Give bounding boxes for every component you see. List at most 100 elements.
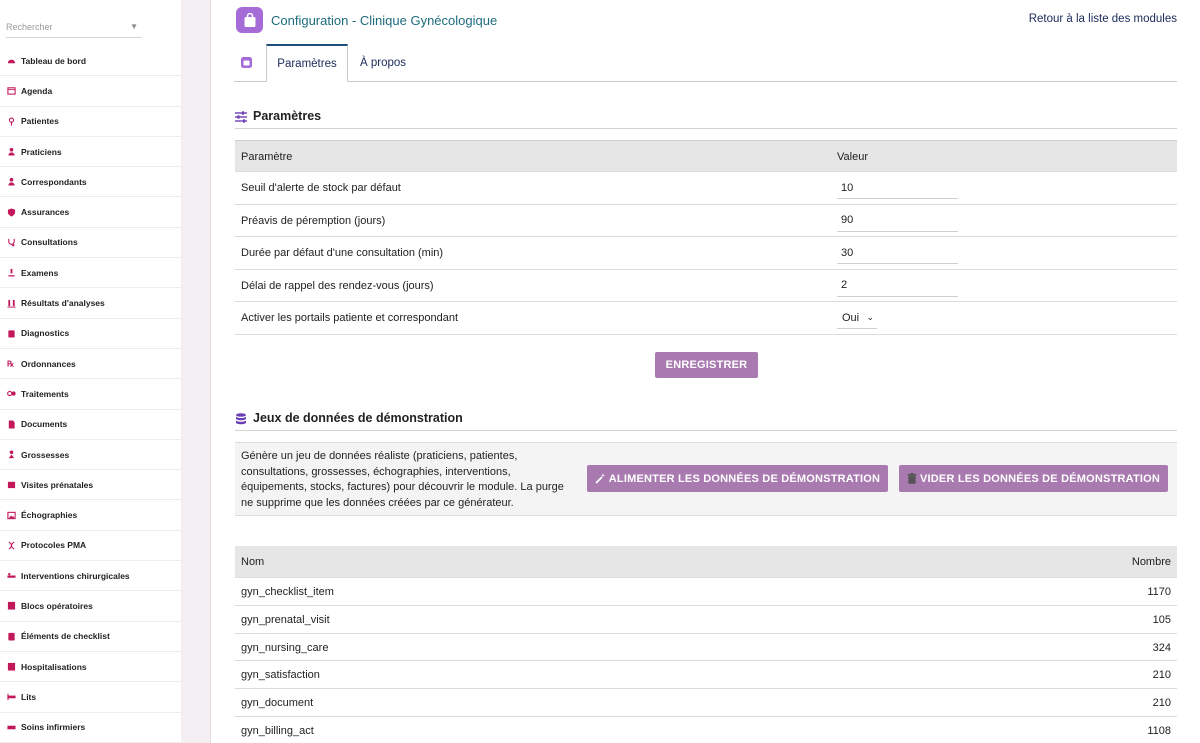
search-placeholder: Rechercher: [6, 22, 53, 32]
setting-label: Durée par défaut d'une consultation (min…: [241, 247, 444, 259]
procedures-icon: [6, 571, 16, 581]
save-button[interactable]: ENREGISTRER: [655, 352, 758, 378]
table-row: gyn_prenatal_visit 105: [235, 606, 1177, 634]
setting-label: Préavis de péremption (jours): [241, 214, 386, 227]
sidebar-item-label: Consultations: [21, 237, 78, 248]
sidebar-item-resultats-d-analyses[interactable]: Résultats d'analyses: [0, 288, 181, 319]
table-row: gyn_billing_act 1108: [235, 717, 1177, 743]
module-small-icon: [240, 57, 252, 68]
sidebar-item-label: Documents: [21, 419, 68, 430]
sliders-icon: [235, 111, 247, 123]
sidebar-item-consultations[interactable]: Consultations: [0, 228, 181, 259]
sidebar-item-examens[interactable]: Examens: [0, 258, 181, 289]
shield-icon: [6, 207, 16, 217]
sidebar-item-interventions-chirurgicales[interactable]: Interventions chirurgicales: [0, 561, 181, 592]
col-value-header: Valeur: [837, 151, 868, 163]
demo-counts-table: Nom Nombre gyn_checklist_item 1170 gyn_p…: [235, 546, 1177, 743]
row-name: gyn_document: [241, 697, 314, 710]
demo-description: Génère un jeu de données réaliste (prati…: [241, 450, 564, 509]
sidebar-item-grossesses[interactable]: Grossesses: [0, 440, 181, 471]
baby-icon: [6, 450, 16, 460]
row-name: gyn_satisfaction: [241, 669, 320, 682]
calendar-check-icon: [6, 480, 16, 490]
clipboard-icon: [6, 328, 16, 338]
sidebar-item-label: Interventions chirurgicales: [21, 570, 130, 581]
sidebar-item-label: Échographies: [21, 510, 78, 521]
sidebar-item-praticiens[interactable]: Praticiens: [0, 137, 181, 168]
prescription-icon: ℞: [6, 359, 16, 369]
sidebar-item-traitements[interactable]: Traitements: [0, 379, 181, 410]
sidebar-item-ordonnances[interactable]: ℞ Ordonnances: [0, 349, 181, 380]
clear-demo-data-button[interactable]: VIDER LES DONNÉES DE DÉMONSTRATION: [899, 465, 1168, 492]
fill-demo-data-button[interactable]: ALIMENTER LES DONNÉES DE DÉMONSTRATION: [587, 465, 888, 492]
row-name: gyn_billing_act: [241, 724, 314, 737]
syringe-icon: [6, 722, 16, 732]
sidebar-item-hospitalisations[interactable]: Hospitalisations: [0, 652, 181, 683]
counts-table-header: Nom Nombre: [235, 546, 1177, 578]
checklist-icon: [6, 631, 16, 641]
sidebar-item-lits[interactable]: Lits: [0, 682, 181, 713]
sidebar-item-label: Assurances: [21, 207, 70, 218]
calendar-icon: [6, 86, 16, 96]
sidebar-item-patientes[interactable]: Patientes: [0, 107, 181, 137]
sidebar-item-correspondants[interactable]: Correspondants: [0, 167, 181, 198]
sidebar-item-label: Protocoles PMA: [21, 540, 87, 551]
stock-alert-threshold-input[interactable]: [837, 177, 958, 199]
sidebar-item-label: Soins infirmiers: [21, 722, 86, 733]
sidebar-item-protocoles-pma[interactable]: Protocoles PMA: [0, 531, 181, 562]
sidebar-item-tableau-de-bord[interactable]: Tableau de bord: [0, 46, 181, 77]
chevron-down-icon: ▼: [130, 22, 138, 31]
tab-about[interactable]: À propos: [348, 44, 418, 81]
sidebar-item-blocs-operatoires[interactable]: Blocs opératoires: [0, 591, 181, 622]
sidebar-item-label: Grossesses: [21, 449, 70, 460]
sidebar-item-label: Blocs opératoires: [21, 600, 93, 611]
sidebar-item-label: Résultats d'analyses: [21, 298, 105, 309]
sidebar-item-agenda[interactable]: Agenda: [0, 76, 181, 107]
hospital-icon: [6, 601, 16, 611]
menu-list: Tableau de bord Agenda Patientes Praticiens…: [0, 46, 181, 743]
dna-icon: [6, 540, 16, 550]
expiry-notice-input[interactable]: [837, 209, 958, 232]
user-icon: [6, 177, 16, 187]
sidebar-item-assurances[interactable]: Assurances: [0, 197, 181, 228]
row-name: gyn_checklist_item: [241, 586, 334, 598]
settings-section-title: Paramètres: [235, 109, 1177, 129]
menu-search-select[interactable]: Rechercher ▼: [6, 14, 142, 38]
sidebar-item-label: Correspondants: [21, 176, 87, 187]
fill-demo-data-label: ALIMENTER LES DONNÉES DE DÉMONSTRATION: [608, 472, 881, 485]
microscope-icon: [6, 268, 16, 278]
sidebar-item-label: Ordonnances: [21, 358, 76, 369]
row-count: 324: [1152, 641, 1171, 654]
sidebar-item-documents[interactable]: Documents: [0, 410, 181, 440]
sidebar-item-soins-infirmiers[interactable]: Soins infirmiers: [0, 713, 181, 743]
back-to-modules-link[interactable]: Retour à la liste des modules: [1029, 13, 1177, 25]
tab-module-icon[interactable]: [234, 44, 258, 81]
sidebar-item-label: Agenda: [21, 85, 53, 96]
sidebar-item-label: Lits: [21, 691, 37, 702]
reminder-delay-input[interactable]: [837, 274, 958, 297]
tab-parameters[interactable]: Paramètres: [266, 44, 348, 82]
sidebar-item-elements-de-checklist[interactable]: Éléments de checklist: [0, 622, 181, 652]
setting-label: Seuil d'alerte de stock par défaut: [241, 182, 401, 194]
module-icon: [236, 7, 263, 33]
demo-section-label: Jeux de données de démonstration: [253, 411, 463, 425]
row-count: 105: [1152, 613, 1171, 626]
sidebar-item-label: Praticiens: [21, 146, 62, 157]
sidebar-item-diagnostics[interactable]: Diagnostics: [0, 319, 181, 349]
sidebar-item-label: Patientes: [21, 116, 59, 127]
chevron-down-icon: ⌄: [866, 312, 874, 322]
row-count: 1170: [1147, 586, 1171, 598]
sidebar-item-echographies[interactable]: Échographies: [0, 500, 181, 531]
settings-row: Durée par défaut d'une consultation (min…: [235, 237, 1177, 270]
consultation-duration-input[interactable]: [837, 242, 958, 264]
app-root: Rechercher ▼ Tableau de bord Agenda Patien…: [0, 0, 1200, 743]
portal-enable-select[interactable]: Oui ⌄: [837, 307, 877, 329]
sidebar-item-label: Visites prénatales: [21, 479, 94, 490]
table-row: gyn_nursing_care 324: [235, 634, 1177, 662]
page-title: Configuration - Clinique Gynécologique: [271, 13, 498, 28]
table-row: gyn_checklist_item 1170: [235, 578, 1177, 606]
demo-section-title: Jeux de données de démonstration: [235, 411, 1177, 431]
row-count: 1108: [1147, 724, 1171, 737]
settings-row: Seuil d'alerte de stock par défaut: [235, 172, 1177, 205]
sidebar-item-visites-prenatales[interactable]: Visites prénatales: [0, 470, 181, 501]
